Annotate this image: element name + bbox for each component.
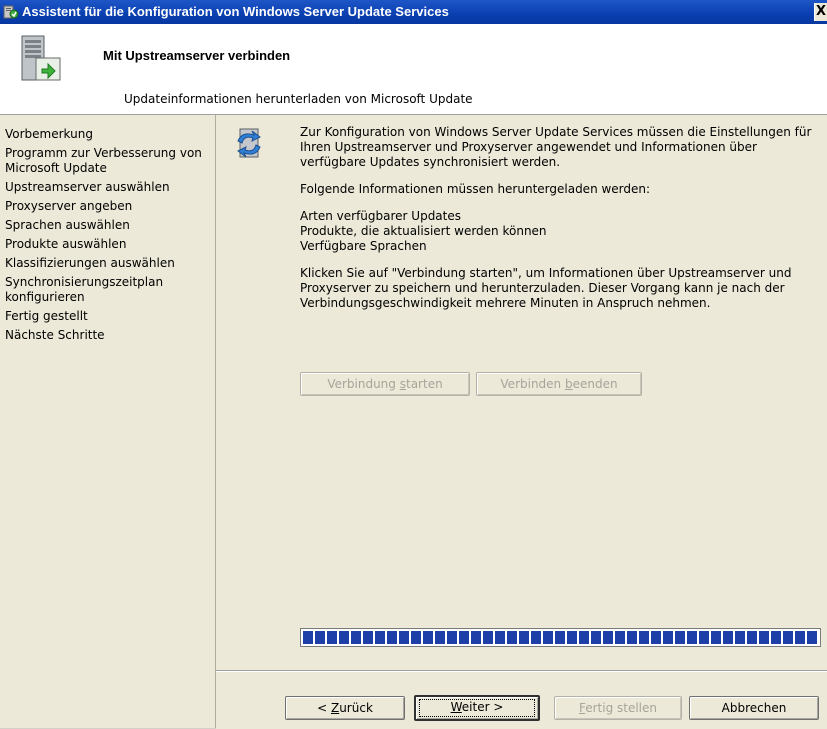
- server-download-icon: [21, 35, 61, 81]
- close-button[interactable]: X: [814, 3, 827, 21]
- step-programm-verbesserung: Programm zur Verbesserung von Microsoft …: [5, 146, 202, 175]
- step-produkte: Produkte auswählen: [5, 237, 127, 251]
- sync-icon: [237, 128, 261, 158]
- wizard-header: Mit Upstreamserver verbinden Updateinfor…: [0, 24, 827, 115]
- page-title: Mit Upstreamserver verbinden: [103, 48, 291, 63]
- step-klassifizierungen: Klassifizierungen auswählen: [5, 256, 175, 270]
- window-title: Assistent für die Konfiguration von Wind…: [22, 4, 449, 19]
- step-sprachen: Sprachen auswählen: [5, 218, 130, 232]
- instructions-text: Zur Konfiguration von Windows Server Upd…: [300, 125, 820, 323]
- list-item: Verfügbare Sprachen: [300, 239, 427, 253]
- start-hint-paragraph: Klicken Sie auf "Verbindung starten", um…: [300, 266, 792, 310]
- cancel-button[interactable]: Abbrechen: [689, 696, 819, 720]
- wizard-window: Assistent für die Konfiguration von Wind…: [0, 0, 827, 729]
- step-vorbemerkung: Vorbemerkung: [5, 127, 93, 141]
- step-naechste-schritte: Nächste Schritte: [5, 328, 105, 342]
- page-subtitle: Updateinformationen herunterladen von Mi…: [124, 92, 473, 106]
- step-synchronisierungszeitplan: Synchronisierungszeitplan konfigurieren: [5, 275, 164, 304]
- stop-connection-button[interactable]: Verbinden beenden: [476, 372, 642, 396]
- back-button[interactable]: < Zurück: [285, 696, 405, 720]
- list-item: Produkte, die aktualisiert werden können: [300, 224, 547, 238]
- progress-fill: [303, 631, 818, 644]
- sync-progress-bar: [300, 628, 821, 647]
- intro-paragraph: Zur Konfiguration von Windows Server Upd…: [300, 125, 812, 169]
- steps-sidebar: Vorbemerkung Programm zur Verbesserung v…: [0, 115, 216, 728]
- step-proxyserver: Proxyserver angeben: [5, 199, 133, 213]
- next-button[interactable]: Weiter >: [414, 695, 540, 721]
- title-bar[interactable]: Assistent für die Konfiguration von Wind…: [0, 0, 827, 24]
- required-info-heading: Folgende Informationen müssen herunterge…: [300, 182, 651, 196]
- steps-list: Vorbemerkung Programm zur Verbesserung v…: [5, 127, 210, 347]
- finish-button[interactable]: Fertig stellen: [554, 696, 682, 720]
- step-upstreamserver: Upstreamserver auswählen: [5, 180, 170, 194]
- step-fertig: Fertig gestellt: [5, 309, 88, 323]
- start-connection-button[interactable]: Verbindung starten: [300, 372, 470, 396]
- list-item: Arten verfügbarer Updates: [300, 209, 461, 223]
- required-info-list: Arten verfügbarer Updates Produkte, die …: [300, 209, 820, 254]
- wsus-app-icon: [3, 5, 19, 19]
- focus-rect: [419, 699, 535, 717]
